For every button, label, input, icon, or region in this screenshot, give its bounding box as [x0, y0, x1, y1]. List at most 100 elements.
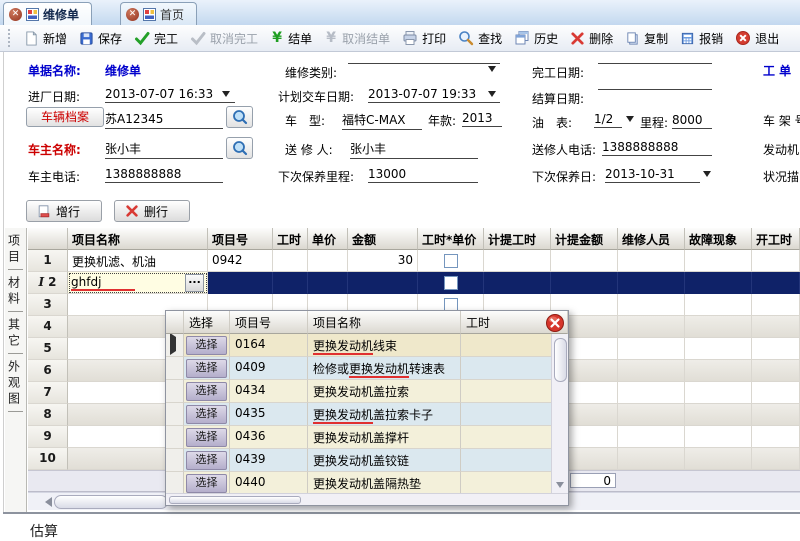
chevron-down-icon[interactable] [626, 116, 634, 126]
cell[interactable] [618, 294, 685, 316]
cell[interactable] [752, 338, 800, 360]
cell[interactable] [484, 250, 551, 272]
cell[interactable] [685, 338, 752, 360]
cell[interactable] [752, 404, 800, 426]
cell[interactable] [618, 404, 685, 426]
table-row-selected[interactable]: I2 ghfdj... [28, 272, 800, 294]
chevron-down-icon[interactable] [488, 91, 496, 101]
checkbox[interactable] [443, 275, 458, 290]
cell[interactable] [685, 360, 752, 382]
cell[interactable] [618, 426, 685, 448]
next-date-field[interactable]: 2013-10-31 [605, 167, 700, 183]
scrollbar-thumb[interactable] [554, 338, 567, 382]
cell[interactable] [685, 382, 752, 404]
hours-cell[interactable] [273, 250, 308, 272]
plan-date-field[interactable]: 2013-07-07 19:33 [368, 87, 500, 103]
vehicle-archive-button[interactable]: 车辆档案 [26, 107, 104, 127]
item-code-cell[interactable] [208, 272, 273, 294]
popup-close-button[interactable] [545, 313, 565, 333]
cell[interactable] [752, 426, 800, 448]
reimburse-button[interactable]: 报销 [674, 28, 729, 49]
find-button[interactable]: 查找 [452, 28, 508, 49]
print-button[interactable]: 打印 [396, 28, 452, 49]
column-header[interactable]: 计提工时 [484, 228, 551, 250]
popup-vertical-scrollbar[interactable] [551, 334, 568, 495]
cell[interactable] [752, 360, 800, 382]
cell[interactable] [618, 338, 685, 360]
cell[interactable] [551, 250, 618, 272]
scrollbar-thumb[interactable] [54, 495, 168, 509]
hours-times-price-cell[interactable] [418, 250, 484, 272]
cell[interactable] [685, 404, 752, 426]
column-header[interactable]: 项目号 [208, 228, 273, 250]
table-row[interactable]: 1 更换机滤、机油 0942 30 [28, 250, 800, 272]
scrollbar-thumb[interactable] [169, 496, 301, 504]
close-tab-icon[interactable]: ✕ [9, 7, 22, 21]
next-mileage-field[interactable]: 13000 [368, 167, 478, 183]
column-header[interactable]: 开工时 [752, 228, 800, 250]
cell[interactable] [618, 382, 685, 404]
repair-type-combo[interactable] [348, 62, 500, 64]
cell[interactable] [752, 448, 800, 470]
popup-column-header[interactable]: 项目名称 [308, 311, 461, 334]
column-header[interactable]: 故障现象 [685, 228, 752, 250]
popup-row[interactable]: 选择 0440 更换发动机盖隔热垫 [166, 472, 568, 495]
amount-cell[interactable] [348, 272, 418, 294]
sender-phone-field[interactable]: 1388888888 [602, 140, 712, 156]
cell[interactable] [685, 294, 752, 316]
side-tab-items[interactable]: 项目 [7, 234, 23, 266]
price-cell[interactable] [308, 250, 348, 272]
chevron-down-icon[interactable] [703, 171, 711, 181]
history-button[interactable]: 历史 [508, 28, 564, 49]
cell[interactable] [752, 382, 800, 404]
owner-lookup-button[interactable] [226, 137, 253, 159]
column-header[interactable]: 单价 [308, 228, 348, 250]
select-button[interactable]: 选择 [186, 427, 227, 447]
chevron-down-icon[interactable] [488, 66, 496, 76]
hours-times-price-cell[interactable] [418, 272, 484, 294]
delete-row-button[interactable]: 删行 [114, 200, 190, 222]
popup-horizontal-scrollbar[interactable] [166, 493, 568, 505]
cell[interactable] [618, 250, 685, 272]
amount-cell[interactable]: 30 [348, 250, 418, 272]
cell[interactable] [618, 272, 685, 294]
column-header[interactable]: 维修人员 [618, 228, 685, 250]
cell[interactable] [685, 448, 752, 470]
owner-name-field[interactable]: 张小丰 [105, 140, 223, 159]
select-button[interactable]: 选择 [186, 404, 227, 424]
price-cell[interactable] [308, 272, 348, 294]
item-name-cell[interactable]: 更换机滤、机油 [68, 250, 208, 272]
cell[interactable] [484, 272, 551, 294]
cell[interactable] [618, 448, 685, 470]
tab-home[interactable]: ✕ 首页 [120, 2, 198, 25]
copy-button[interactable]: 复制 [619, 28, 674, 49]
plate-field[interactable]: 苏A12345 [105, 110, 223, 129]
select-button[interactable]: 选择 [186, 450, 227, 470]
popup-row[interactable]: 选择 0434 更换发动机盖拉索 [166, 380, 568, 403]
tab-repair-order[interactable]: ✕ 维修单 [3, 2, 93, 25]
cell[interactable] [618, 316, 685, 338]
cell[interactable] [752, 250, 800, 272]
chevron-down-icon[interactable] [222, 91, 230, 101]
exit-button[interactable]: 退出 [729, 28, 785, 49]
settle-date-field[interactable] [598, 88, 712, 90]
mileage-field[interactable]: 8000 [672, 113, 712, 129]
cell[interactable] [618, 360, 685, 382]
column-header[interactable]: 工时 [273, 228, 308, 250]
popup-column-header[interactable]: 项目号 [230, 311, 308, 334]
column-header[interactable]: 金额 [348, 228, 418, 250]
finish-date-field[interactable] [598, 62, 712, 64]
select-button[interactable]: 选择 [186, 381, 227, 401]
item-name-edit-cell[interactable]: ghfdj... [68, 272, 208, 294]
side-tab-materials[interactable]: 材料 [7, 276, 23, 308]
cell[interactable] [752, 316, 800, 338]
in-date-field[interactable]: 2013-07-07 16:33 [105, 87, 235, 103]
cell[interactable] [685, 272, 752, 294]
select-button[interactable]: 选择 [186, 335, 227, 355]
select-button[interactable]: 选择 [186, 473, 227, 493]
owner-phone-field[interactable]: 1388888888 [105, 167, 223, 183]
column-header[interactable]: 计提金额 [551, 228, 618, 250]
settle-button[interactable]: ¥ 结单 [264, 28, 318, 49]
popup-column-header[interactable]: 选择 [184, 311, 230, 334]
scroll-left-icon[interactable] [40, 497, 52, 507]
